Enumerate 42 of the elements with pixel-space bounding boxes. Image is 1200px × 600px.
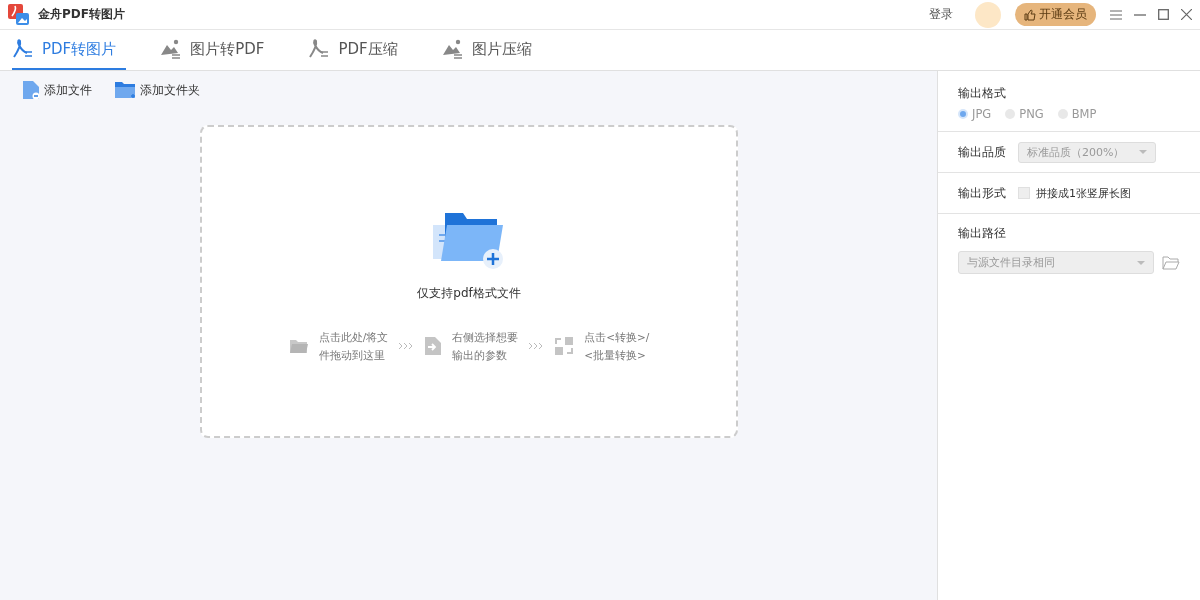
checkbox-option[interactable]: 拼接成1张竖屏长图 [1018, 185, 1131, 201]
image-icon [160, 39, 183, 59]
step-text: 点击<转换>/ <批量转换> [584, 330, 650, 363]
thumbs-up-icon [1024, 8, 1036, 21]
file-icon [22, 80, 40, 100]
setting-label: 输出品质 [958, 144, 1006, 160]
toolbar-button[interactable]: 添加文件 [22, 80, 92, 100]
menu-icon[interactable] [1110, 9, 1122, 20]
folder-icon[interactable] [1162, 255, 1180, 270]
folder-icon [114, 81, 136, 99]
format-hint: 仅支持pdf格式文件 [417, 285, 521, 302]
close-icon[interactable] [1181, 9, 1192, 20]
tab[interactable]: 图片转PDF [160, 30, 275, 70]
login-link[interactable]: 登录 [929, 6, 953, 23]
avatar[interactable] [975, 1, 1001, 28]
dropdown-arrow-icon [1139, 150, 1147, 154]
vip-button[interactable]: 开通会员 [1015, 3, 1096, 26]
minimize-icon[interactable] [1134, 13, 1146, 16]
folder-icon [288, 338, 309, 354]
image-icon [441, 39, 464, 59]
maximize-icon[interactable] [1158, 9, 1169, 20]
step-text: 右侧选择想要 输出的参数 [452, 330, 519, 363]
window-title: 金舟PDF转图片 [38, 6, 126, 23]
toolbar-button[interactable]: 添加文件夹 [114, 80, 200, 100]
step-text: 点击此处/将文 件拖动到这里 [318, 330, 389, 363]
drop-zone[interactable]: 仅支持pdf格式文件 点击此处/将文 件拖动到这里 右侧选择想要 输出的参数 点击<转换>/ <批量转换> [200, 125, 738, 438]
chevrons-icon [398, 342, 415, 350]
setting-label: 输出格式 [958, 86, 1007, 101]
dropdown-arrow-icon [1137, 260, 1145, 265]
folder-add-icon [433, 213, 505, 271]
tab[interactable]: 图片压缩 [441, 30, 542, 70]
setting-label: 输出路径 [958, 226, 1007, 241]
radio-button[interactable] [958, 109, 968, 119]
app-logo-icon [8, 3, 30, 26]
setting-label: 输出形式 [958, 185, 1006, 201]
pdf-icon [308, 39, 331, 59]
chevrons-icon [528, 342, 545, 350]
tab[interactable]: PDF压缩 [308, 30, 408, 70]
document-icon [424, 336, 443, 356]
convert-icon [554, 336, 575, 356]
pdf-icon [12, 39, 34, 59]
checkbox[interactable] [1018, 187, 1030, 199]
